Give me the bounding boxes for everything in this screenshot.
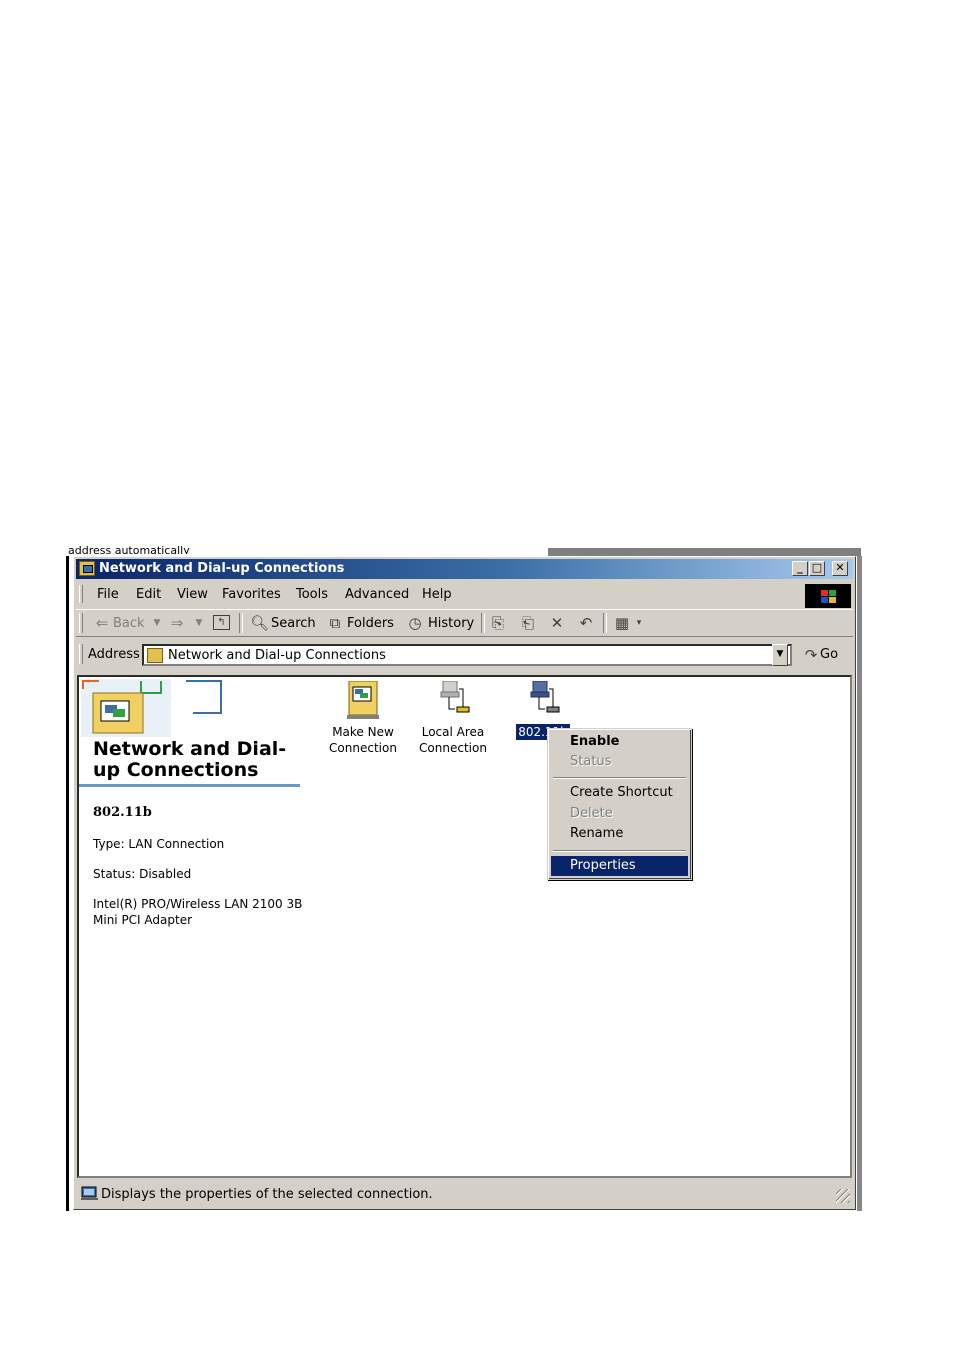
- back-button[interactable]: Back: [113, 616, 145, 631]
- network-banner-icon: [81, 679, 222, 737]
- standard-toolbar: ⇐ Back ▼ ⇒ ▼ ↰ 🔍︎ Search ⧉ Folders ◷ His…: [76, 609, 853, 637]
- local-area-connection-item[interactable]: Local Area Connection: [408, 680, 498, 756]
- address-value: Network and Dial-up Connections: [168, 648, 386, 663]
- panel-title: Network and Dial-up Connections: [93, 738, 287, 781]
- toolbar-separator: [481, 613, 485, 633]
- selected-connection-name: 802.11b: [93, 805, 152, 820]
- adapter-name-line1: Intel(R) PRO/Wireless LAN 2100 3B: [93, 897, 303, 911]
- undo-icon[interactable]: ↶: [577, 615, 595, 631]
- lan-connection-icon: [440, 680, 470, 713]
- background-window-edge: [548, 548, 861, 556]
- network-status-icon: [81, 1186, 98, 1200]
- history-button[interactable]: History: [428, 616, 474, 631]
- status-text: Displays the properties of the selected …: [101, 1187, 433, 1202]
- toolbar-separator: [239, 613, 243, 633]
- back-dropdown-icon[interactable]: ▼: [148, 615, 166, 631]
- close-button[interactable]: ✕: [832, 561, 848, 576]
- ctx-enable[interactable]: Enable: [551, 732, 688, 752]
- menu-help[interactable]: Help: [422, 587, 452, 602]
- folders-icon: ⧉: [329, 614, 341, 632]
- toolbar-grip[interactable]: [79, 613, 83, 633]
- address-label: Address: [88, 647, 140, 662]
- resize-grip[interactable]: [836, 1189, 850, 1203]
- delete-icon[interactable]: ✕: [548, 615, 566, 631]
- forward-arrow-icon[interactable]: ⇒: [168, 615, 186, 631]
- folder-view[interactable]: Network and Dial-up Connections 802.11b …: [77, 675, 852, 1178]
- background-window-edge-right: [857, 556, 862, 1211]
- panel-divider: [79, 784, 300, 787]
- views-icon[interactable]: ▦: [613, 615, 631, 631]
- history-icon: ◷: [408, 614, 422, 632]
- ctx-delete[interactable]: Delete: [551, 804, 688, 824]
- windows-logo-icon: [805, 584, 851, 608]
- menubar-grip[interactable]: [79, 585, 83, 603]
- wireless-connection-icon: [530, 680, 560, 713]
- menu-favorites[interactable]: Favorites: [222, 587, 281, 602]
- addressbar-grip[interactable]: [79, 644, 83, 664]
- go-arrow-icon: ↷: [804, 646, 818, 664]
- views-dropdown-icon[interactable]: ▾: [630, 615, 648, 631]
- ctx-separator: [553, 850, 686, 852]
- move-to-icon[interactable]: ⎘: [489, 615, 507, 631]
- search-button[interactable]: Search: [271, 616, 316, 631]
- explorer-window: Network and Dial-up Connections _ □ ✕ Fi…: [73, 556, 856, 1210]
- background-window-fragment: address automatically: [68, 540, 408, 554]
- make-new-connection-label-2: Connection: [329, 741, 397, 755]
- ctx-status[interactable]: Status: [551, 752, 688, 772]
- context-menu: Enable Status Create Shortcut Delete Ren…: [547, 728, 692, 880]
- menu-edit[interactable]: Edit: [136, 587, 161, 602]
- folders-button[interactable]: Folders: [347, 616, 394, 631]
- back-arrow-icon: ⇐: [95, 614, 109, 632]
- background-partial-text: address automatically: [68, 544, 190, 554]
- address-input[interactable]: Network and Dial-up Connections: [142, 644, 792, 666]
- menu-file[interactable]: File: [97, 587, 119, 602]
- ctx-rename[interactable]: Rename: [551, 824, 688, 844]
- menu-bar: File Edit View Favorites Tools Advanced …: [76, 583, 853, 608]
- ctx-properties[interactable]: Properties: [551, 856, 688, 876]
- forward-dropdown-icon[interactable]: ▼: [190, 615, 208, 631]
- ctx-separator: [553, 777, 686, 779]
- background-window-edge-left: [66, 556, 69, 1211]
- address-bar: Address Network and Dial-up Connections …: [76, 641, 853, 669]
- window-title: Network and Dial-up Connections: [99, 561, 345, 576]
- menu-view[interactable]: View: [177, 587, 208, 602]
- adapter-name-line2: Mini PCI Adapter: [93, 913, 193, 927]
- minimize-button[interactable]: _: [792, 561, 808, 576]
- make-new-connection-item[interactable]: Make New Connection: [318, 680, 408, 756]
- make-new-connection-icon: [347, 680, 379, 719]
- search-icon: 🔍︎: [250, 614, 270, 632]
- menu-advanced[interactable]: Advanced: [345, 587, 409, 602]
- copy-to-icon[interactable]: ⎗: [519, 615, 537, 631]
- local-area-connection-label-1: Local Area: [421, 725, 485, 739]
- go-button[interactable]: Go: [820, 647, 838, 662]
- title-bar[interactable]: Network and Dial-up Connections _ □ ✕: [76, 559, 853, 579]
- connection-status: Status: Disabled: [93, 867, 192, 881]
- connection-type: Type: LAN Connection: [93, 837, 225, 851]
- maximize-button[interactable]: □: [809, 561, 825, 576]
- status-bar: Displays the properties of the selected …: [76, 1183, 853, 1205]
- local-area-connection-label-2: Connection: [419, 741, 487, 755]
- address-dropdown-button[interactable]: ▼: [772, 644, 788, 666]
- ctx-create-shortcut[interactable]: Create Shortcut: [551, 783, 688, 803]
- menu-tools[interactable]: Tools: [296, 587, 328, 602]
- network-folder-icon: [147, 648, 163, 663]
- network-folder-icon[interactable]: [79, 561, 95, 576]
- toolbar-separator: [603, 613, 607, 633]
- make-new-connection-label-1: Make New: [332, 725, 394, 739]
- up-folder-icon[interactable]: ↰: [213, 615, 230, 630]
